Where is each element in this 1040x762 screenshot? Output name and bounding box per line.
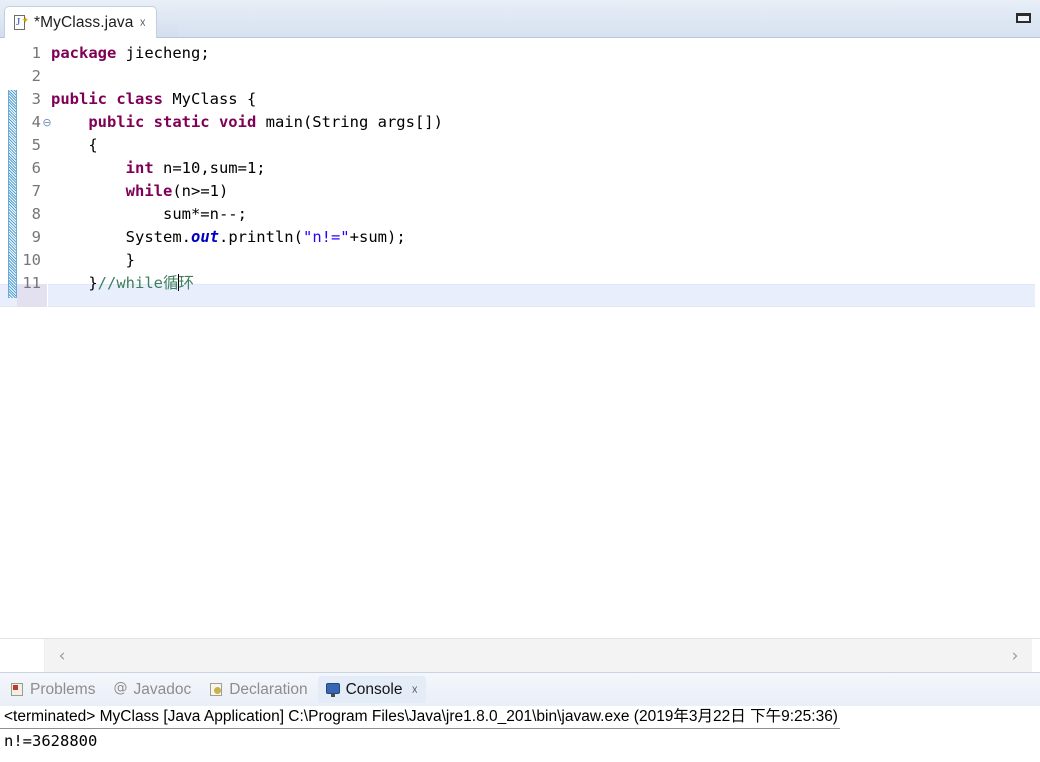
code-token: public static void — [88, 113, 257, 131]
editor-tab-bar: J ✦ *MyClass.java ☓ — [0, 0, 1040, 38]
code-line[interactable]: 3 public class MyClass { — [0, 88, 1040, 111]
editor-horizontal-scrollbar[interactable]: ‹ › — [0, 638, 1040, 672]
code-line-text: while(n>=1) — [51, 180, 229, 203]
console-icon — [325, 682, 341, 697]
line-number: 11 — [22, 274, 41, 292]
scroll-right-arrow-icon[interactable]: › — [998, 639, 1032, 672]
code-token: sum*=n--; — [51, 205, 247, 223]
code-token: public class — [51, 90, 163, 108]
code-token: while — [125, 182, 173, 200]
code-line-text: sum*=n--; — [51, 203, 247, 226]
java-file-icon: J ✦ — [13, 14, 29, 31]
code-line[interactable]: 7 while(n>=1) — [0, 180, 1040, 203]
java-file-icon-spark: ✦ — [21, 14, 29, 25]
code-line-text: package jiecheng; — [51, 42, 210, 65]
code-editor[interactable]: 1 package jiecheng; 2 3 public class MyClass… — [0, 38, 1040, 638]
bottom-tab-label: Problems — [30, 680, 96, 698]
bottom-tab-label: Declaration — [229, 680, 308, 698]
code-token: package — [51, 44, 117, 62]
bottom-view-tab-bar: Problems @ Javadoc Declaration Console ☓ — [0, 673, 1040, 706]
line-number: 10 — [22, 251, 41, 269]
code-token: { — [51, 136, 98, 154]
bottom-tab-problems[interactable]: Problems — [2, 676, 103, 703]
line-number: 4 — [31, 113, 41, 131]
console-icon-screen — [325, 683, 340, 694]
code-line-text: System.out.println("n!="+sum); — [51, 226, 406, 249]
code-line-text: } — [51, 249, 135, 272]
eclipse-ide-window: J ✦ *MyClass.java ☓ 1 package jiecheng; 2 3… — [0, 0, 1040, 762]
line-number: 8 — [31, 205, 41, 223]
code-line[interactable]: 6 int n=10,sum=1; — [0, 157, 1040, 180]
problems-icon-mark — [13, 685, 18, 690]
line-number: 3 — [31, 90, 41, 108]
code-line[interactable]: 4 ⊖ public static void main(String args[]… — [0, 111, 1040, 134]
code-line-text: public class MyClass { — [51, 88, 256, 111]
bottom-tab-declaration[interactable]: Declaration — [201, 676, 315, 703]
code-token: } — [51, 251, 135, 269]
java-file-icon-letter: J — [16, 15, 21, 28]
line-number: 6 — [31, 159, 41, 177]
bottom-tab-console[interactable]: Console ☓ — [317, 676, 426, 703]
code-token: jiecheng; — [116, 44, 210, 62]
code-line[interactable]: 11 }//while循环 — [0, 272, 1040, 295]
editor-tabbar-empty-area — [178, 6, 1040, 38]
declaration-icon — [209, 682, 224, 697]
close-icon[interactable]: ☓ — [411, 684, 417, 696]
code-token: 环 — [178, 274, 195, 292]
code-token: int — [125, 159, 154, 177]
javadoc-icon-at: @ — [113, 680, 128, 696]
code-token: //while循 — [97, 274, 179, 292]
code-token: n=10,sum=1; — [153, 159, 266, 177]
console-icon-stand — [330, 694, 335, 697]
editor-tab-myclass-java[interactable]: J ✦ *MyClass.java ☓ — [4, 6, 157, 38]
maximize-icon-box — [1015, 13, 1031, 23]
code-line[interactable]: 8 sum*=n--; — [0, 203, 1040, 226]
code-line[interactable]: 2 — [0, 65, 1040, 88]
code-line[interactable]: 1 package jiecheng; — [0, 42, 1040, 65]
code-token: (n>=1) — [172, 182, 229, 200]
code-token: out — [190, 228, 219, 246]
code-token: +sum); — [349, 228, 406, 246]
code-line[interactable]: 5 { — [0, 134, 1040, 157]
console-output-line: n!=3628800 — [4, 732, 98, 750]
maximize-icon[interactable] — [1012, 10, 1034, 26]
code-line[interactable]: 10 } — [0, 249, 1040, 272]
code-line-text: public static void main(String args[]) — [51, 111, 443, 134]
code-line[interactable]: 9 System.out.println("n!="+sum); — [0, 226, 1040, 249]
bottom-tab-label: Console — [345, 680, 403, 698]
code-token: "n!=" — [302, 228, 350, 246]
line-number: 1 — [31, 44, 41, 62]
line-number: 7 — [31, 182, 41, 200]
close-icon[interactable]: ☓ — [140, 17, 146, 29]
code-token: .println( — [218, 228, 303, 246]
scrollbar-right-cap — [1032, 639, 1040, 672]
javadoc-icon: @ — [113, 680, 128, 697]
problems-icon — [10, 682, 25, 697]
code-line-text: int n=10,sum=1; — [51, 157, 266, 180]
scrollbar-left-cap — [0, 639, 45, 672]
scroll-left-arrow-icon[interactable]: ‹ — [45, 639, 79, 672]
code-token: } — [51, 274, 98, 292]
code-token: System. — [51, 228, 191, 246]
line-number: 5 — [31, 136, 41, 154]
code-line-text: }//while循环 — [51, 272, 194, 295]
bottom-view-stack: Problems @ Javadoc Declaration Console ☓ <ter… — [0, 672, 1040, 762]
console-view[interactable]: <terminated> MyClass [Java Application] … — [0, 706, 1040, 762]
line-number: 9 — [31, 228, 41, 246]
bottom-tab-label: Javadoc — [133, 680, 192, 698]
bottom-tab-javadoc[interactable]: @ Javadoc — [105, 676, 199, 703]
line-number: 2 — [31, 67, 41, 85]
code-line-text: { — [51, 134, 98, 157]
code-token: main(String args[]) — [256, 113, 443, 131]
code-token: MyClass { — [162, 90, 257, 108]
editor-tab-label: *MyClass.java — [34, 13, 134, 31]
console-launch-header: <terminated> MyClass [Java Application] … — [0, 706, 840, 729]
